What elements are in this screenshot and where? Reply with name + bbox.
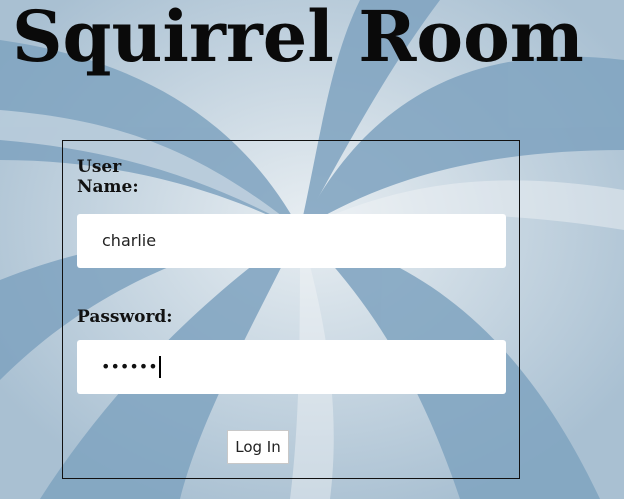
username-field[interactable]: charlie <box>77 214 506 268</box>
username-label: User Name: <box>77 157 139 197</box>
password-mask: •••••• <box>101 357 158 376</box>
login-form: User Name: charlie Password: •••••• Log … <box>62 140 520 479</box>
text-caret <box>158 356 161 378</box>
page-title: Squirrel Room <box>12 0 584 78</box>
login-button[interactable]: Log In <box>227 430 289 464</box>
password-field[interactable]: •••••• <box>77 340 506 394</box>
password-label: Password: <box>77 307 173 327</box>
